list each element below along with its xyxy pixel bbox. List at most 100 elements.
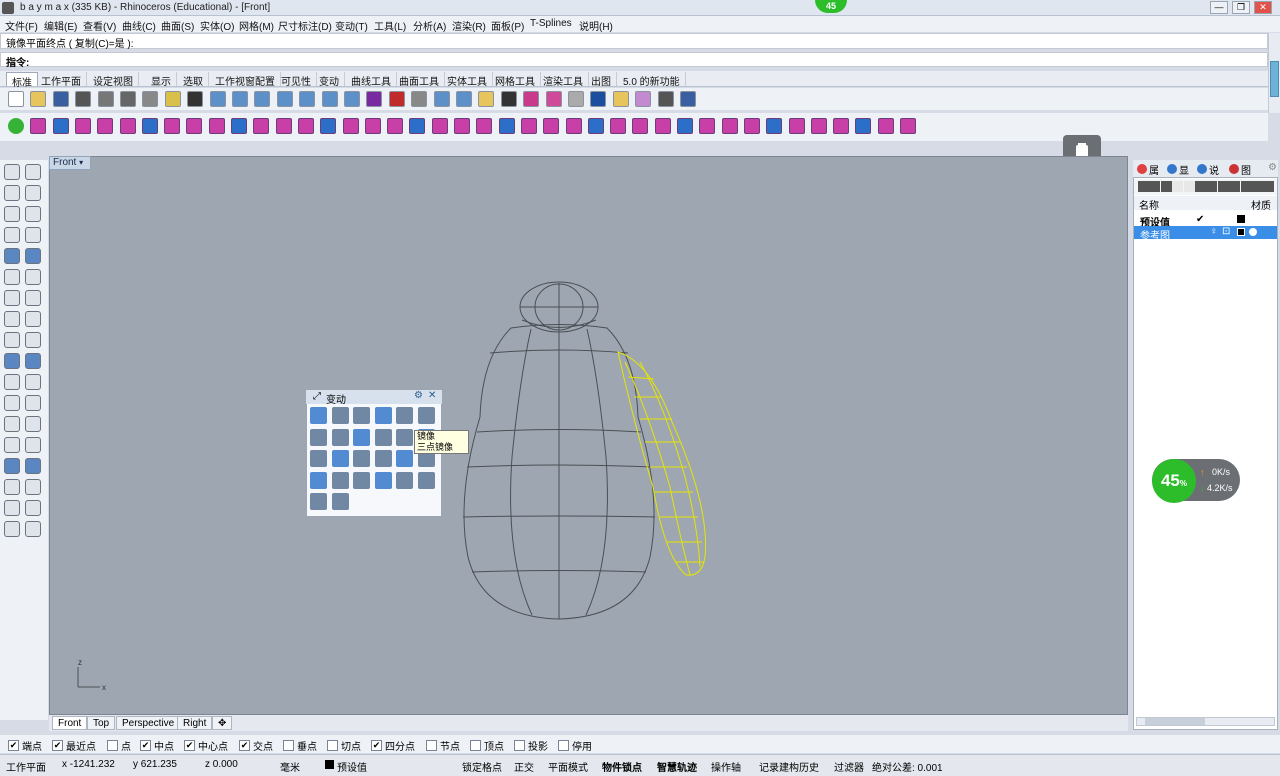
toolbar-icon[interactable] [411, 91, 428, 107]
panel-hscrollbar[interactable] [1136, 717, 1275, 726]
toolbar-icon[interactable] [900, 118, 916, 134]
toolbar-icon[interactable] [635, 91, 652, 107]
status-toggle[interactable]: 过滤器 [834, 759, 864, 774]
layer-tool-icon[interactable] [1138, 181, 1149, 192]
toolbar-icon[interactable] [680, 91, 696, 107]
layer-tool-icon[interactable] [1217, 181, 1229, 192]
layer-color-swatch[interactable] [1237, 215, 1245, 223]
close-icon[interactable]: ✕ [428, 390, 436, 401]
toolbar-icon[interactable] [141, 118, 158, 134]
status-units[interactable]: 毫米 [280, 759, 300, 774]
status-toggle[interactable]: 锁定格点 [462, 759, 502, 774]
left-tool-icon[interactable] [25, 353, 41, 369]
status-toggle[interactable]: 记录建构历史 [759, 759, 819, 774]
menu-item[interactable]: 查看(V) [83, 18, 116, 33]
material-swatch[interactable] [1249, 228, 1257, 236]
transform-tool-icon[interactable] [353, 471, 370, 489]
toolbar-icon[interactable] [30, 91, 47, 107]
layer-tool-icon[interactable] [1172, 181, 1184, 192]
toolbar-icon[interactable] [677, 118, 693, 134]
left-tool-icon[interactable] [4, 311, 20, 327]
toolbar-icon[interactable] [388, 91, 405, 107]
viewport-tab[interactable]: ✥ [212, 716, 233, 730]
toolbar-icon[interactable] [52, 118, 69, 134]
osnap-12[interactable]: 停用 [558, 738, 592, 753]
toolbar-icon[interactable] [30, 118, 47, 134]
panel-hscroll-thumb[interactable] [1145, 718, 1205, 725]
toolbar-icon[interactable] [75, 91, 92, 107]
osnap-9[interactable]: 节点 [426, 738, 460, 753]
lock-icon[interactable]: ⊡ [1222, 226, 1230, 237]
scrollbar-thumb[interactable] [1270, 61, 1279, 97]
lightbulb-icon[interactable]: ♀ [1210, 226, 1218, 237]
osnap-2[interactable]: 点 [107, 738, 131, 753]
layer-color-swatch[interactable] [1237, 228, 1245, 236]
left-tool-icon[interactable] [4, 353, 20, 369]
toolbar-icon[interactable] [612, 91, 629, 107]
osnap-8[interactable]: ✔ 四分点 [371, 738, 415, 753]
transform-tool-icon[interactable] [331, 407, 349, 424]
toolbar-icon[interactable] [120, 91, 136, 107]
left-tool-icon[interactable] [25, 479, 41, 495]
toolbar-icon[interactable] [297, 118, 314, 134]
toolbar-tab[interactable]: 曲面工具 [394, 72, 445, 88]
left-tool-icon[interactable] [25, 164, 41, 180]
toolbar-icon[interactable] [142, 91, 159, 107]
osnap-1[interactable]: ✔ 最近点 [52, 738, 96, 753]
toolbar-icon[interactable] [253, 118, 270, 134]
toolbar-icon[interactable] [364, 118, 381, 134]
layer-row-default[interactable]: 预设值 ✔ [1134, 213, 1277, 229]
toolbar-icon[interactable] [52, 91, 69, 107]
left-tool-icon[interactable] [25, 185, 41, 201]
status-toggle[interactable]: 智慧轨迹 [657, 759, 697, 774]
transform-tool-icon[interactable] [310, 471, 327, 489]
left-tool-icon[interactable] [4, 500, 20, 516]
left-tool-icon[interactable] [4, 290, 20, 306]
left-tool-icon[interactable] [4, 164, 20, 180]
menu-item[interactable]: 变动(T) [335, 18, 368, 33]
menu-item[interactable]: 编辑(E) [44, 18, 77, 33]
toolbar-tab[interactable]: 渲染工具 [538, 72, 589, 88]
transform-tool-icon[interactable] [417, 471, 435, 489]
toolbar-icon[interactable] [276, 91, 293, 107]
panel-tab[interactable]: 图 [1241, 162, 1251, 177]
toolbar-icon[interactable] [254, 91, 271, 107]
left-tool-icon[interactable] [25, 395, 41, 411]
menu-item[interactable]: 工具(L) [374, 18, 406, 33]
osnap-checkbox[interactable]: ✔ [140, 740, 151, 751]
toolbar-icon[interactable] [833, 118, 850, 134]
osnap-checkbox[interactable]: ✔ [239, 740, 250, 751]
left-tool-icon[interactable] [4, 479, 20, 495]
transform-tool-icon[interactable] [331, 493, 349, 510]
toolbar-icon[interactable] [97, 91, 114, 107]
layer-tool-icon[interactable] [1229, 181, 1241, 192]
osnap-checkbox[interactable] [107, 740, 118, 751]
toolbar-icon[interactable] [498, 118, 515, 134]
transform-tool-icon[interactable] [374, 428, 392, 446]
osnap-11[interactable]: 投影 [514, 738, 548, 753]
toolbar-icon[interactable] [523, 91, 540, 107]
toolbar-icon[interactable] [587, 118, 604, 134]
menu-item[interactable]: 曲面(S) [161, 18, 194, 33]
toolbar-tab[interactable]: 出图 [586, 72, 617, 88]
toolbar-tab[interactable]: 曲线工具 [346, 72, 397, 88]
toolbar-icon[interactable] [275, 118, 292, 134]
status-toggle[interactable]: 正交 [514, 759, 534, 774]
toolbar-icon[interactable] [342, 118, 359, 134]
status-cplane[interactable]: 工作平面 [6, 759, 46, 774]
left-tool-icon[interactable] [4, 206, 20, 222]
osnap-0[interactable]: ✔ 端点 [8, 738, 42, 753]
panel-tab[interactable]: 说 [1209, 162, 1219, 177]
layer-row-reference[interactable]: 参考图 ♀ ⊡ [1134, 226, 1277, 242]
layer-tool-icon[interactable] [1183, 181, 1195, 192]
menu-item[interactable]: 尺寸标注(D) [278, 18, 332, 33]
toolbar-icon[interactable] [164, 118, 181, 134]
toolbar-icon[interactable] [877, 118, 894, 134]
toolbar-icon[interactable] [456, 91, 472, 107]
menu-item[interactable]: 网格(M) [239, 18, 274, 33]
arm-selected-wireframe[interactable] [617, 351, 707, 576]
left-tool-icon[interactable] [25, 248, 41, 264]
layer-tool-icon[interactable] [1160, 181, 1172, 192]
layer-tool-icon[interactable] [1195, 181, 1206, 192]
gear-icon[interactable]: ⚙ [414, 390, 423, 401]
